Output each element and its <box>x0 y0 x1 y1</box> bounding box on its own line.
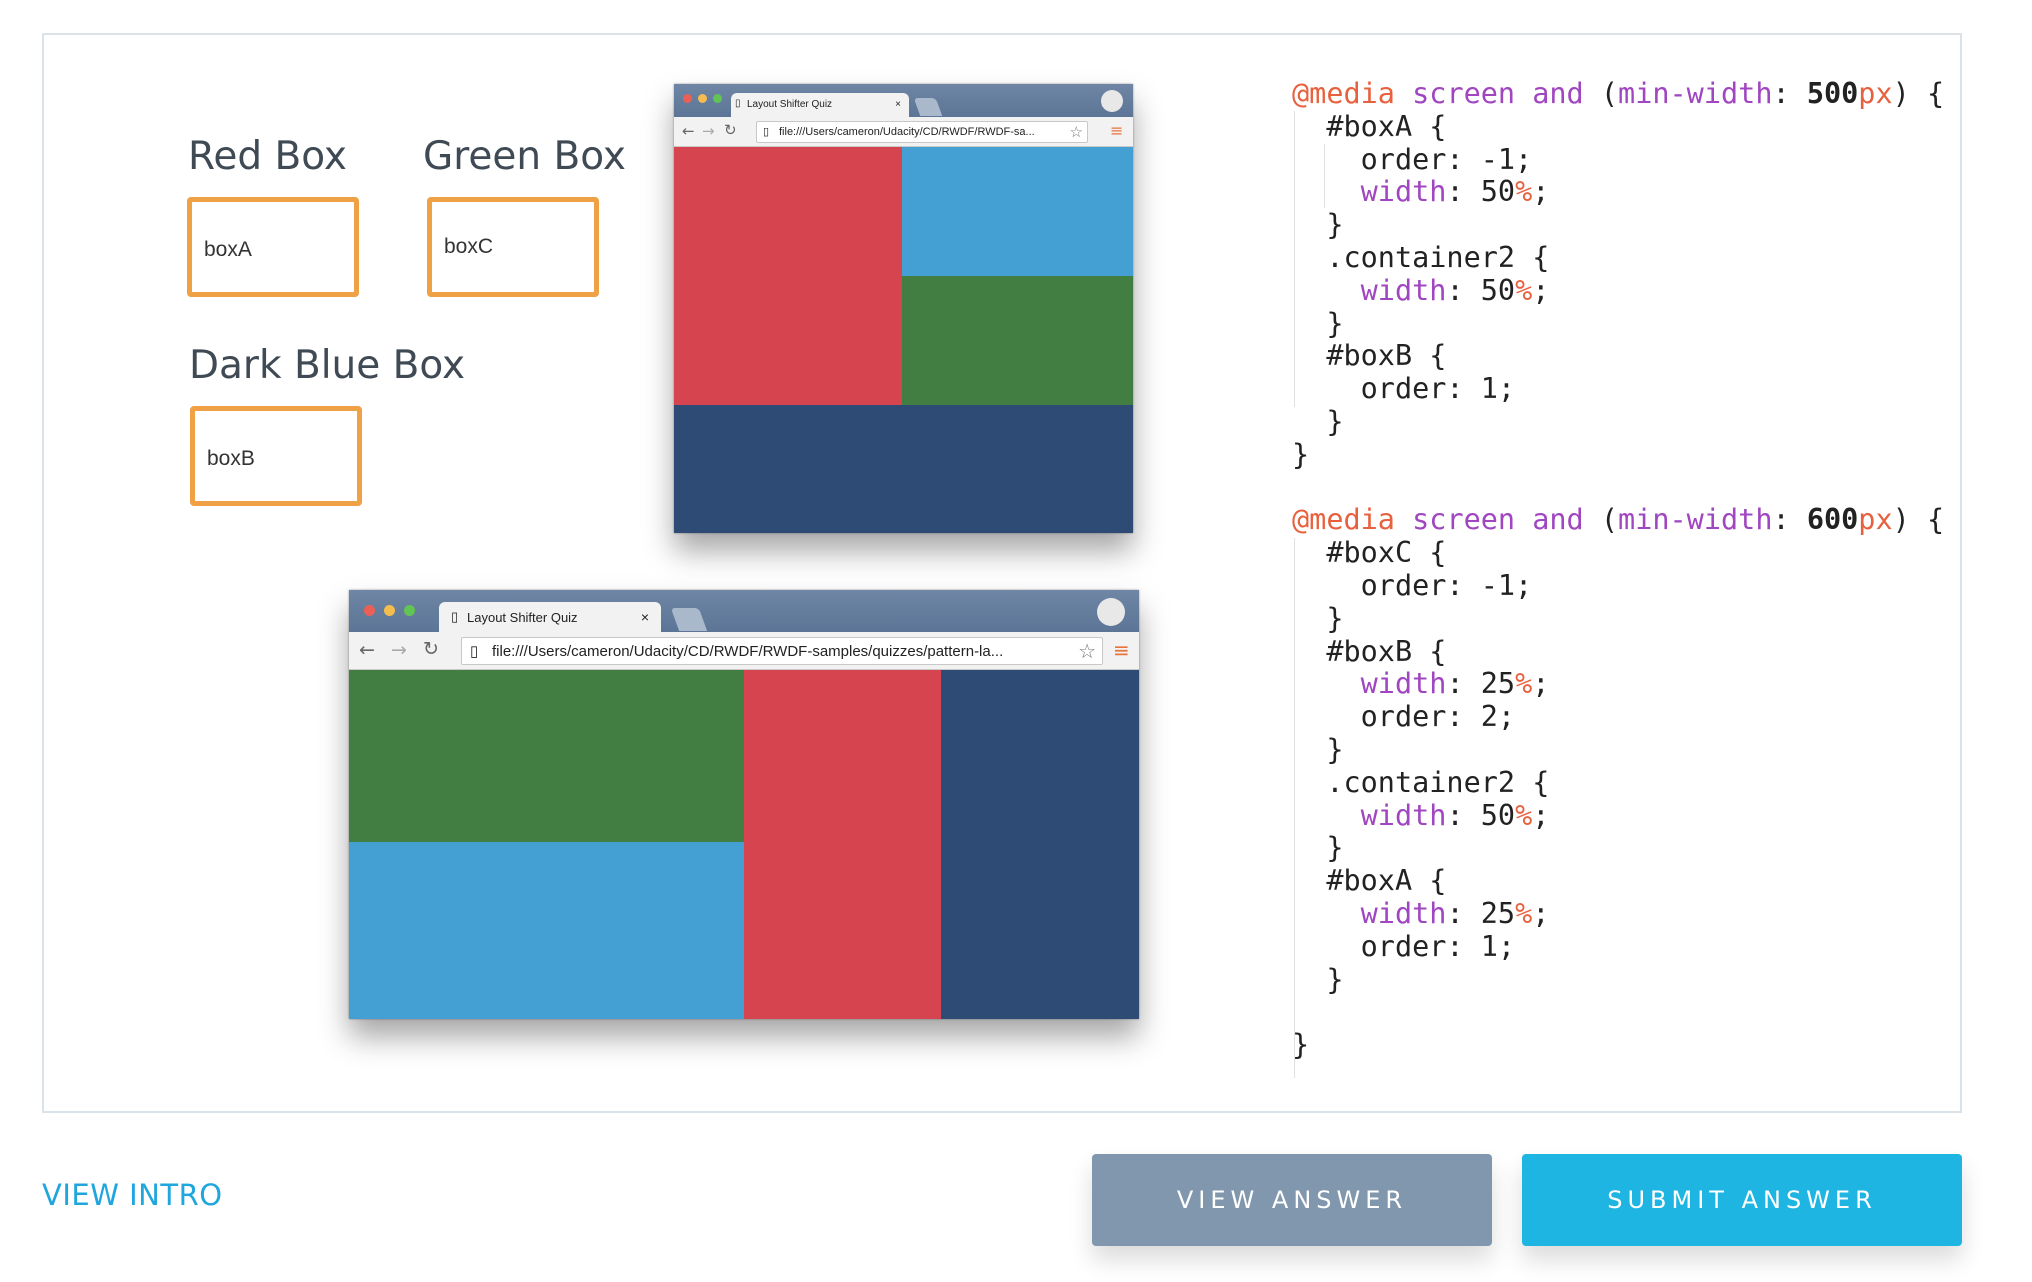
indent-guide <box>1294 111 1295 407</box>
new-tab-icon <box>670 608 708 631</box>
red-box-value: boxA <box>204 238 252 261</box>
breakpoint-value: 600 <box>1806 503 1859 537</box>
light-blue-pane <box>902 147 1133 276</box>
maximize-dot-icon <box>404 605 415 616</box>
incognito-icon <box>1101 90 1123 112</box>
minimize-dot-icon <box>384 605 395 616</box>
tab-title: Layout Shifter Quiz <box>467 610 578 625</box>
browser-viewport-large <box>349 670 1139 1019</box>
page-icon: ▯ <box>763 126 770 138</box>
address-bar: ▯ file:///Users/cameron/Udacity/CD/RWDF/… <box>756 121 1088 143</box>
browser-screenshot-large: ▯ Layout Shifter Quiz × ← → ↻ ▯ file:///… <box>349 590 1139 1019</box>
close-dot-icon <box>683 94 692 103</box>
dark-blue-pane <box>941 670 1139 1019</box>
dark-blue-box-input[interactable]: boxB <box>190 406 362 506</box>
media-type: screen and <box>1412 77 1584 110</box>
browser-toolbar: ← → ↻ ▯ file:///Users/cameron/Udacity/CD… <box>349 632 1139 670</box>
page-icon: ▯ <box>470 643 479 660</box>
back-arrow-icon: ← <box>359 639 375 661</box>
media-feature: min-width <box>1618 503 1773 537</box>
view-intro-link[interactable]: VIEW INTRO <box>42 1178 223 1212</box>
forward-arrow-icon: → <box>702 122 715 140</box>
page-icon: ▯ <box>451 609 459 624</box>
submit-answer-button[interactable]: SUBMIT ANSWER <box>1522 1154 1962 1246</box>
minimize-dot-icon <box>698 94 707 103</box>
submit-answer-label: SUBMIT ANSWER <box>1607 1186 1877 1214</box>
breakpoint-unit: px <box>1858 503 1893 537</box>
new-tab-icon <box>913 98 943 116</box>
menu-icon: ≡ <box>1110 121 1124 140</box>
browser-titlebar: ▯ Layout Shifter Quiz × <box>674 84 1133 117</box>
view-answer-button[interactable]: VIEW ANSWER <box>1092 1154 1492 1246</box>
star-icon: ☆ <box>1069 124 1083 141</box>
red-box-input[interactable]: boxA <box>187 197 359 297</box>
browser-toolbar: ← → ↻ ▯ file:///Users/cameron/Udacity/CD… <box>674 117 1133 147</box>
green-pane <box>349 670 744 842</box>
back-arrow-icon: ← <box>682 122 695 140</box>
dark-blue-box-label: Dark Blue Box <box>189 343 466 388</box>
page-icon: ▯ <box>735 98 741 109</box>
dark-blue-box-value: boxB <box>207 447 255 470</box>
browser-tab: ▯ Layout Shifter Quiz × <box>731 93 909 117</box>
address-bar: ▯ file:///Users/cameron/Udacity/CD/RWDF/… <box>461 637 1103 665</box>
green-box-input[interactable]: boxC <box>427 197 599 297</box>
browser-screenshot-small: ▯ Layout Shifter Quiz × ← → ↻ ▯ file:///… <box>674 84 1133 533</box>
dark-blue-pane <box>674 405 1133 533</box>
reload-icon: ↻ <box>724 121 737 139</box>
close-dot-icon <box>364 605 375 616</box>
red-pane <box>744 670 941 1019</box>
browser-titlebar: ▯ Layout Shifter Quiz × <box>349 590 1139 632</box>
red-box-label: Red Box <box>188 134 347 179</box>
browser-tab: ▯ Layout Shifter Quiz × <box>439 602 661 632</box>
media-keyword: @media <box>1292 77 1395 110</box>
star-icon: ☆ <box>1078 641 1096 663</box>
tab-close-icon: × <box>895 99 901 110</box>
indent-guide <box>1294 538 1295 1078</box>
reload-icon: ↻ <box>423 638 439 660</box>
media-feature: min-width <box>1618 77 1773 110</box>
maximize-dot-icon <box>713 94 722 103</box>
address-url: file:///Users/cameron/Udacity/CD/RWDF/RW… <box>779 126 1035 138</box>
media-keyword: @media <box>1292 503 1395 537</box>
green-pane <box>902 276 1133 405</box>
green-box-label: Green Box <box>423 134 626 179</box>
breakpoint-value: 500 <box>1806 77 1859 110</box>
incognito-icon <box>1097 598 1125 626</box>
forward-arrow-icon: → <box>391 639 407 661</box>
tab-close-icon: × <box>640 609 649 625</box>
css-code-block: @media screen and (min-width: 500px) { #… <box>1292 77 1944 1078</box>
red-pane <box>674 147 902 405</box>
address-url: file:///Users/cameron/Udacity/CD/RWDF/RW… <box>492 643 1004 660</box>
media-type: screen and <box>1412 503 1584 537</box>
view-answer-label: VIEW ANSWER <box>1176 1186 1408 1214</box>
green-box-value: boxC <box>444 235 494 258</box>
light-blue-pane <box>349 842 744 1019</box>
breakpoint-unit: px <box>1858 77 1893 110</box>
indent-guide <box>1324 144 1325 208</box>
menu-icon: ≡ <box>1113 638 1130 662</box>
browser-viewport-small <box>674 147 1133 533</box>
tab-title: Layout Shifter Quiz <box>747 99 833 110</box>
